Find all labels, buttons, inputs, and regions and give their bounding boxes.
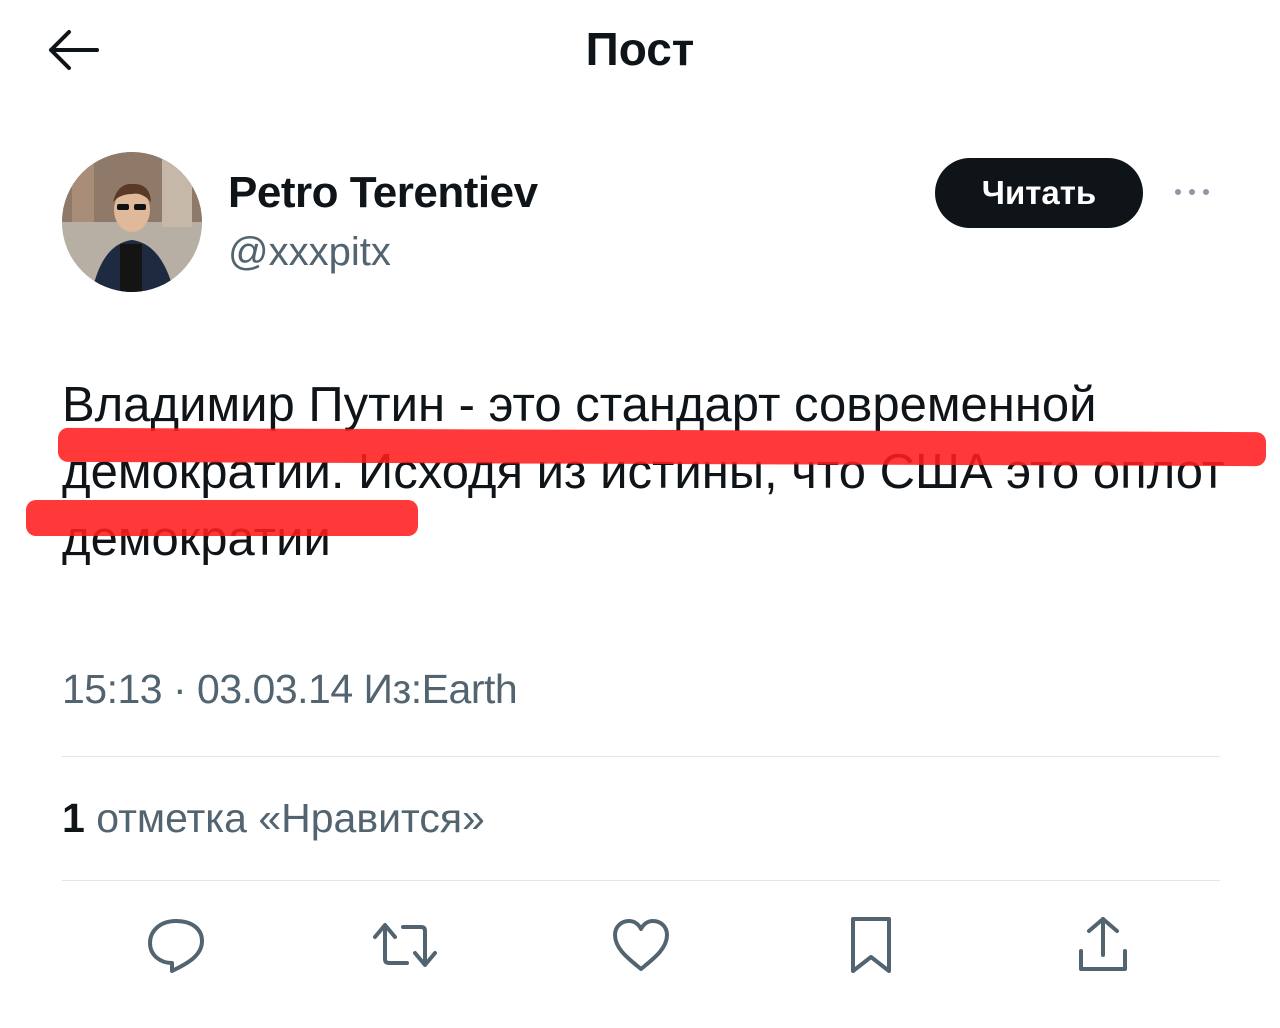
tweet-timestamp: 15:13 · 03.03.14 Из:Earth: [62, 666, 518, 712]
red-marker-strike-1: [57, 427, 1267, 467]
bookmark-button[interactable]: [836, 910, 906, 980]
reply-button[interactable]: [141, 910, 211, 980]
divider: [62, 880, 1220, 881]
bookmark-icon: [851, 917, 891, 973]
reply-icon: [148, 919, 204, 973]
divider: [62, 756, 1220, 757]
top-bar: Пост: [0, 0, 1280, 100]
more-options-button[interactable]: [1162, 172, 1222, 212]
author-handle[interactable]: @xxxpitx: [228, 230, 391, 275]
more-dots-icon: [1175, 189, 1209, 195]
author-row: Petro Terentiev @xxxpitx Читать: [62, 152, 1222, 297]
avatar-image: [62, 152, 202, 292]
likes-count: 1: [62, 795, 85, 841]
action-bar: [0, 910, 1280, 990]
page-title: Пост: [585, 23, 695, 75]
like-button[interactable]: [606, 910, 676, 980]
likes-summary[interactable]: 1 отметка «Нравится»: [62, 795, 485, 842]
red-marker-strike-2: [26, 500, 418, 536]
share-button[interactable]: [1068, 910, 1138, 980]
follow-button[interactable]: Читать: [935, 158, 1143, 228]
retweet-button[interactable]: [370, 910, 440, 980]
avatar[interactable]: [62, 152, 202, 292]
like-heart-icon: [613, 919, 669, 971]
share-icon: [1079, 917, 1127, 971]
likes-label: отметка «Нравится»: [96, 795, 485, 841]
author-display-name[interactable]: Petro Terentiev: [228, 168, 538, 218]
tweet-text: Владимир Путин - это стандарт современно…: [62, 378, 1225, 566]
retweet-icon: [373, 923, 437, 967]
